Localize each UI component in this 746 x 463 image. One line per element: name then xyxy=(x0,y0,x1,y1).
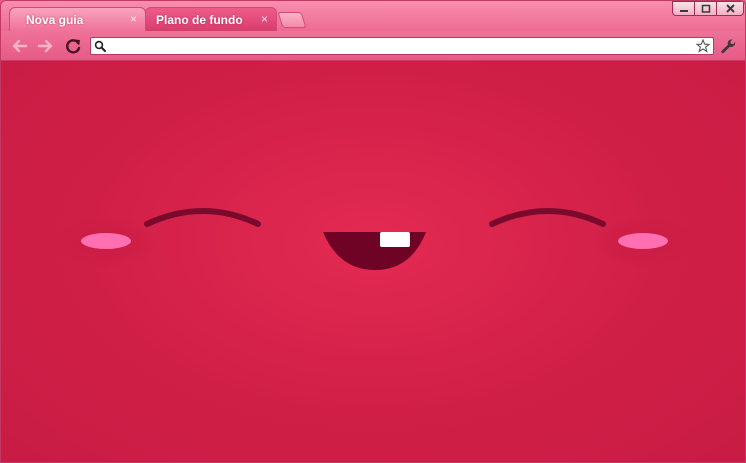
close-x-icon xyxy=(726,4,735,13)
reload-button[interactable] xyxy=(62,35,84,57)
arrow-right-icon xyxy=(37,39,53,53)
wrench-icon xyxy=(721,39,736,54)
right-eye xyxy=(489,208,606,227)
address-input[interactable] xyxy=(109,38,689,54)
left-eye xyxy=(144,208,261,227)
tab-plano-de-fundo[interactable]: Plano de fundo × xyxy=(145,7,277,31)
tab-close-icon[interactable]: × xyxy=(130,13,137,25)
close-window-button[interactable] xyxy=(716,1,744,16)
magnifier-icon xyxy=(94,40,106,52)
browser-window: Nova guia × Plano de fundo × xyxy=(0,0,746,463)
tab-title: Plano de fundo xyxy=(156,13,243,27)
tab-close-icon[interactable]: × xyxy=(261,13,268,25)
reload-icon xyxy=(66,39,81,54)
mouth xyxy=(323,232,426,270)
forward-button[interactable] xyxy=(34,35,56,57)
tab-nova-guia[interactable]: Nova guia × xyxy=(9,7,146,31)
minimize-icon xyxy=(680,10,688,12)
new-tab-background xyxy=(1,61,745,462)
maximize-button[interactable] xyxy=(694,1,717,16)
left-cheek xyxy=(81,233,131,249)
star-icon[interactable] xyxy=(696,39,710,53)
tab-strip: Nova guia × Plano de fundo × xyxy=(1,1,745,31)
tab-title: Nova guia xyxy=(26,13,84,27)
wrench-menu-button[interactable] xyxy=(717,35,739,57)
address-bar[interactable] xyxy=(90,37,714,55)
minimize-button[interactable] xyxy=(672,1,695,16)
toolbar xyxy=(1,31,745,61)
maximize-icon xyxy=(701,4,711,13)
back-button[interactable] xyxy=(9,35,31,57)
tooth xyxy=(380,232,410,247)
new-tab-button[interactable] xyxy=(277,12,307,28)
arrow-left-icon xyxy=(12,39,28,53)
right-cheek xyxy=(618,233,668,249)
smiley-face-wallpaper xyxy=(54,208,695,270)
